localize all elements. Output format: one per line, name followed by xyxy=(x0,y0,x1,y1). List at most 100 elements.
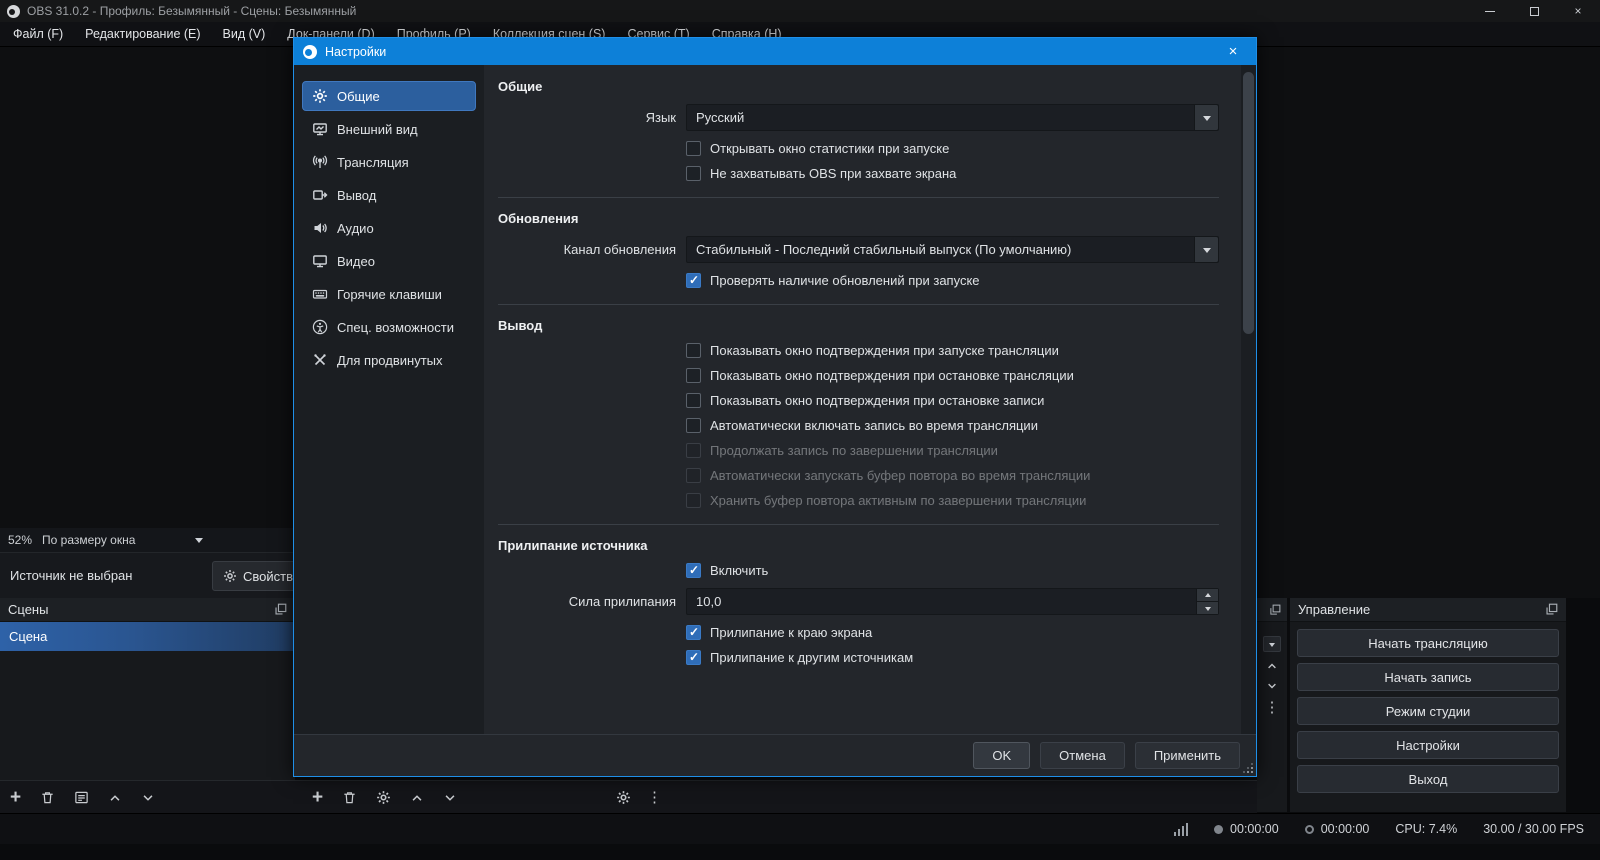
preview-scale-value: По размеру окна xyxy=(42,533,135,547)
filters-icon xyxy=(74,790,89,805)
apply-button[interactable]: Применить xyxy=(1135,742,1240,769)
snap-edge-checkbox[interactable]: Прилипание к краю экрана xyxy=(686,625,1219,640)
language-dropdown[interactable]: Русский xyxy=(686,104,1219,131)
scenes-panel: Сцены Сцена xyxy=(0,598,295,780)
ok-button[interactable]: OK xyxy=(973,742,1030,769)
popout-icon[interactable] xyxy=(1269,604,1281,616)
start-recording-button[interactable]: Начать запись xyxy=(1297,663,1559,691)
scene-filters-button[interactable] xyxy=(74,790,89,805)
exit-button[interactable]: Выход xyxy=(1297,765,1559,793)
update-channel-dropdown[interactable]: Стабильный - Последний стабильный выпуск… xyxy=(686,236,1219,263)
properties-label: Свойства xyxy=(243,569,300,584)
sidebar-item-output[interactable]: Вывод xyxy=(302,180,476,210)
settings-button[interactable]: Настройки xyxy=(1297,731,1559,759)
sidebar-item-stream[interactable]: Трансляция xyxy=(302,147,476,177)
sidebar-item-appearance[interactable]: Внешний вид xyxy=(302,114,476,144)
source-status-bar: Источник не выбран Свойства xyxy=(0,552,295,598)
sidebar-item-accessibility[interactable]: Спец. возможности xyxy=(302,312,476,342)
sources-move-down-button[interactable] xyxy=(443,791,457,805)
open-stats-checkbox[interactable]: Открывать окно статистики при запуске xyxy=(686,141,1219,156)
dialog-close-button[interactable]: × xyxy=(1219,43,1247,60)
scenes-add-button[interactable]: + xyxy=(10,788,21,807)
sidebar-item-general[interactable]: Общие xyxy=(302,81,476,111)
chevron-down-icon xyxy=(1269,643,1275,650)
sources-move-up-button[interactable] xyxy=(410,791,424,805)
mixer-combo-arrow[interactable] xyxy=(1263,636,1281,652)
confirm-stop-record-checkbox[interactable]: Показывать окно подтверждения при остано… xyxy=(686,393,1219,408)
sidebar-item-label: Для продвинутых xyxy=(337,353,443,368)
checkbox-icon xyxy=(686,343,701,358)
scenes-move-down-button[interactable] xyxy=(141,791,155,805)
snap-sources-checkbox[interactable]: Прилипание к другим источникам xyxy=(686,650,1219,665)
checkbox-label: Показывать окно подтверждения при остано… xyxy=(710,368,1074,383)
menu-file[interactable]: Файл (F) xyxy=(2,22,74,47)
spin-up-button[interactable] xyxy=(1196,589,1218,601)
checkbox-label: Показывать окно подтверждения при запуск… xyxy=(710,343,1059,358)
minimize-button[interactable] xyxy=(1468,0,1512,22)
preview-scale-dropdown[interactable]: По размеру окна xyxy=(42,533,203,547)
sources-add-button[interactable]: + xyxy=(312,788,323,807)
audio-icon xyxy=(312,220,328,236)
dropdown-arrow-icon xyxy=(1194,105,1218,130)
dialog-scrollbar[interactable] xyxy=(1241,65,1256,734)
dialog-titlebar[interactable]: Настройки × xyxy=(294,38,1256,65)
checkbox-label: Проверять наличие обновлений при запуске xyxy=(710,273,980,288)
sidebar-item-audio[interactable]: Аудио xyxy=(302,213,476,243)
confirm-start-stream-checkbox[interactable]: Показывать окно подтверждения при запуск… xyxy=(686,343,1219,358)
scenes-remove-button[interactable] xyxy=(40,790,55,805)
popout-icon[interactable] xyxy=(274,603,287,616)
scrollbar-thumb[interactable] xyxy=(1243,72,1254,334)
mixer-down-button[interactable] xyxy=(1266,680,1278,692)
mixer-menu-button[interactable]: ⋮ xyxy=(647,790,662,805)
scenes-move-up-button[interactable] xyxy=(108,791,122,805)
sidebar-item-label: Видео xyxy=(337,254,375,269)
popout-icon[interactable] xyxy=(1545,603,1558,616)
section-divider xyxy=(498,197,1219,198)
gear-icon xyxy=(223,569,237,583)
checkbox-label: Прилипание к другим источникам xyxy=(710,650,913,665)
mixer-advanced-button[interactable] xyxy=(616,790,631,805)
hidden-dock-edge: ⋮ xyxy=(1257,598,1287,812)
sidebar-item-hotkeys[interactable]: Горячие клавиши xyxy=(302,279,476,309)
snap-strength-value: 10,0 xyxy=(696,594,721,609)
stream-time: 00:00:00 xyxy=(1321,822,1370,836)
maximize-button[interactable] xyxy=(1512,0,1556,22)
menu-edit[interactable]: Редактирование (E) xyxy=(74,22,211,47)
chevron-down-icon xyxy=(443,791,457,805)
sidebar-item-label: Аудио xyxy=(337,221,374,236)
chevron-down-icon xyxy=(195,538,203,547)
confirm-stop-stream-checkbox[interactable]: Показывать окно подтверждения при остано… xyxy=(686,368,1219,383)
sources-remove-button[interactable] xyxy=(342,790,357,805)
hide-obs-capture-checkbox[interactable]: Не захватывать OBS при захвате экрана xyxy=(686,166,1219,181)
checkbox-label: Продолжать запись по завершении трансляц… xyxy=(710,443,998,458)
close-button[interactable]: × xyxy=(1556,0,1600,22)
cancel-button[interactable]: Отмена xyxy=(1040,742,1125,769)
checkbox-icon xyxy=(686,563,701,578)
sidebar-item-video[interactable]: Видео xyxy=(302,246,476,276)
chevron-down-icon xyxy=(1266,680,1278,692)
studio-mode-button[interactable]: Режим студии xyxy=(1297,697,1559,725)
language-value: Русский xyxy=(696,110,744,125)
scene-list-item[interactable]: Сцена xyxy=(0,622,295,651)
resize-grip[interactable] xyxy=(1243,763,1253,773)
snapping-enable-checkbox[interactable]: Включить xyxy=(686,563,1219,578)
menu-view[interactable]: Вид (V) xyxy=(212,22,277,47)
output-icon xyxy=(312,187,328,203)
window-titlebar: OBS 31.0.2 - Профиль: Безымянный - Сцены… xyxy=(0,0,1600,22)
check-updates-checkbox[interactable]: Проверять наличие обновлений при запуске xyxy=(686,273,1219,288)
start-streaming-button[interactable]: Начать трансляцию xyxy=(1297,629,1559,657)
spin-down-button[interactable] xyxy=(1196,601,1218,614)
language-label: Язык xyxy=(498,110,676,125)
mixer-up-button[interactable] xyxy=(1266,660,1278,672)
sources-properties-button[interactable] xyxy=(376,790,391,805)
kebab-icon: ⋮ xyxy=(1265,700,1280,715)
section-divider xyxy=(498,304,1219,305)
sidebar-item-advanced[interactable]: Для продвинутых xyxy=(302,345,476,375)
checkbox-icon xyxy=(686,625,701,640)
snap-strength-spinbox[interactable]: 10,0 xyxy=(686,588,1219,615)
mixer-kebab-button[interactable]: ⋮ xyxy=(1265,700,1280,715)
appearance-icon xyxy=(312,121,328,137)
keep-recording-checkbox: Продолжать запись по завершении трансляц… xyxy=(686,443,1219,458)
auto-record-checkbox[interactable]: Автоматически включать запись во время т… xyxy=(686,418,1219,433)
chevron-up-icon xyxy=(410,791,424,805)
